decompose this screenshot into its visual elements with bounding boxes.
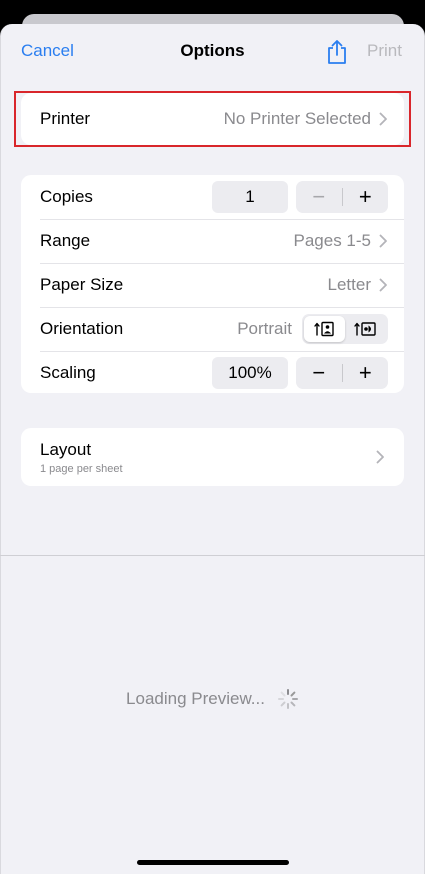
share-icon <box>328 40 346 64</box>
range-value: Pages 1-5 <box>293 231 372 250</box>
page-title: Options <box>180 41 245 60</box>
chevron-right-icon <box>376 450 384 464</box>
layout-row[interactable]: Layout 1 page per sheet <box>21 428 404 486</box>
home-indicator[interactable] <box>137 860 289 865</box>
scaling-decrement-button[interactable]: − <box>296 357 342 389</box>
copies-stepper: − + <box>296 181 388 213</box>
paper-size-label: Paper Size <box>40 275 124 294</box>
scaling-stepper: − + <box>296 357 388 389</box>
chevron-right-icon <box>379 112 387 126</box>
portrait-orientation-button[interactable] <box>304 316 345 342</box>
copies-value[interactable]: 1 <box>212 181 288 213</box>
printer-value: No Printer Selected <box>223 109 371 128</box>
orientation-segmented-control <box>302 314 388 344</box>
orientation-value: Portrait <box>237 319 292 338</box>
scaling-increment-button[interactable]: + <box>343 357 389 389</box>
layout-title: Layout <box>40 439 92 459</box>
layout-subtitle: 1 page per sheet <box>40 462 123 475</box>
printer-row[interactable]: Printer No Printer Selected <box>21 93 404 145</box>
print-button[interactable]: Print <box>367 41 402 61</box>
spinner-icon <box>277 689 298 709</box>
copies-decrement-button[interactable]: − <box>296 181 342 213</box>
scaling-label: Scaling <box>40 363 96 382</box>
preview-loading: Loading Preview... <box>0 688 425 710</box>
copies-row: Copies 1 − + <box>21 175 404 219</box>
portrait-orientation-icon <box>313 321 334 337</box>
chevron-right-icon <box>379 234 387 248</box>
paper-size-value: Letter <box>327 275 371 294</box>
copies-increment-button[interactable]: + <box>343 181 389 213</box>
orientation-label: Orientation <box>40 319 124 338</box>
landscape-orientation-icon <box>353 322 376 336</box>
paper-size-row[interactable]: Paper Size Letter <box>21 263 404 307</box>
orientation-row: Orientation Portrait <box>21 307 404 351</box>
landscape-orientation-button[interactable] <box>345 316 386 342</box>
share-button[interactable] <box>323 38 351 66</box>
printer-card: Printer No Printer Selected <box>21 93 404 145</box>
copies-label: Copies <box>40 187 93 206</box>
range-label: Range <box>40 231 91 250</box>
chevron-right-icon <box>379 278 387 292</box>
layout-text: Layout 1 page per sheet <box>40 440 123 475</box>
navigation-bar: Cancel Options Print <box>1 24 424 80</box>
loading-preview-text: Loading Preview... <box>126 689 265 708</box>
range-row[interactable]: Range Pages 1-5 <box>21 219 404 263</box>
printer-label: Printer <box>40 109 91 128</box>
print-options-card: Copies 1 − + Range Pages 1-5 Paper Size … <box>21 175 404 393</box>
preview-divider <box>0 555 425 556</box>
scaling-row: Scaling 100% − + <box>21 351 404 395</box>
layout-card: Layout 1 page per sheet <box>21 428 404 486</box>
scaling-value[interactable]: 100% <box>212 357 288 389</box>
